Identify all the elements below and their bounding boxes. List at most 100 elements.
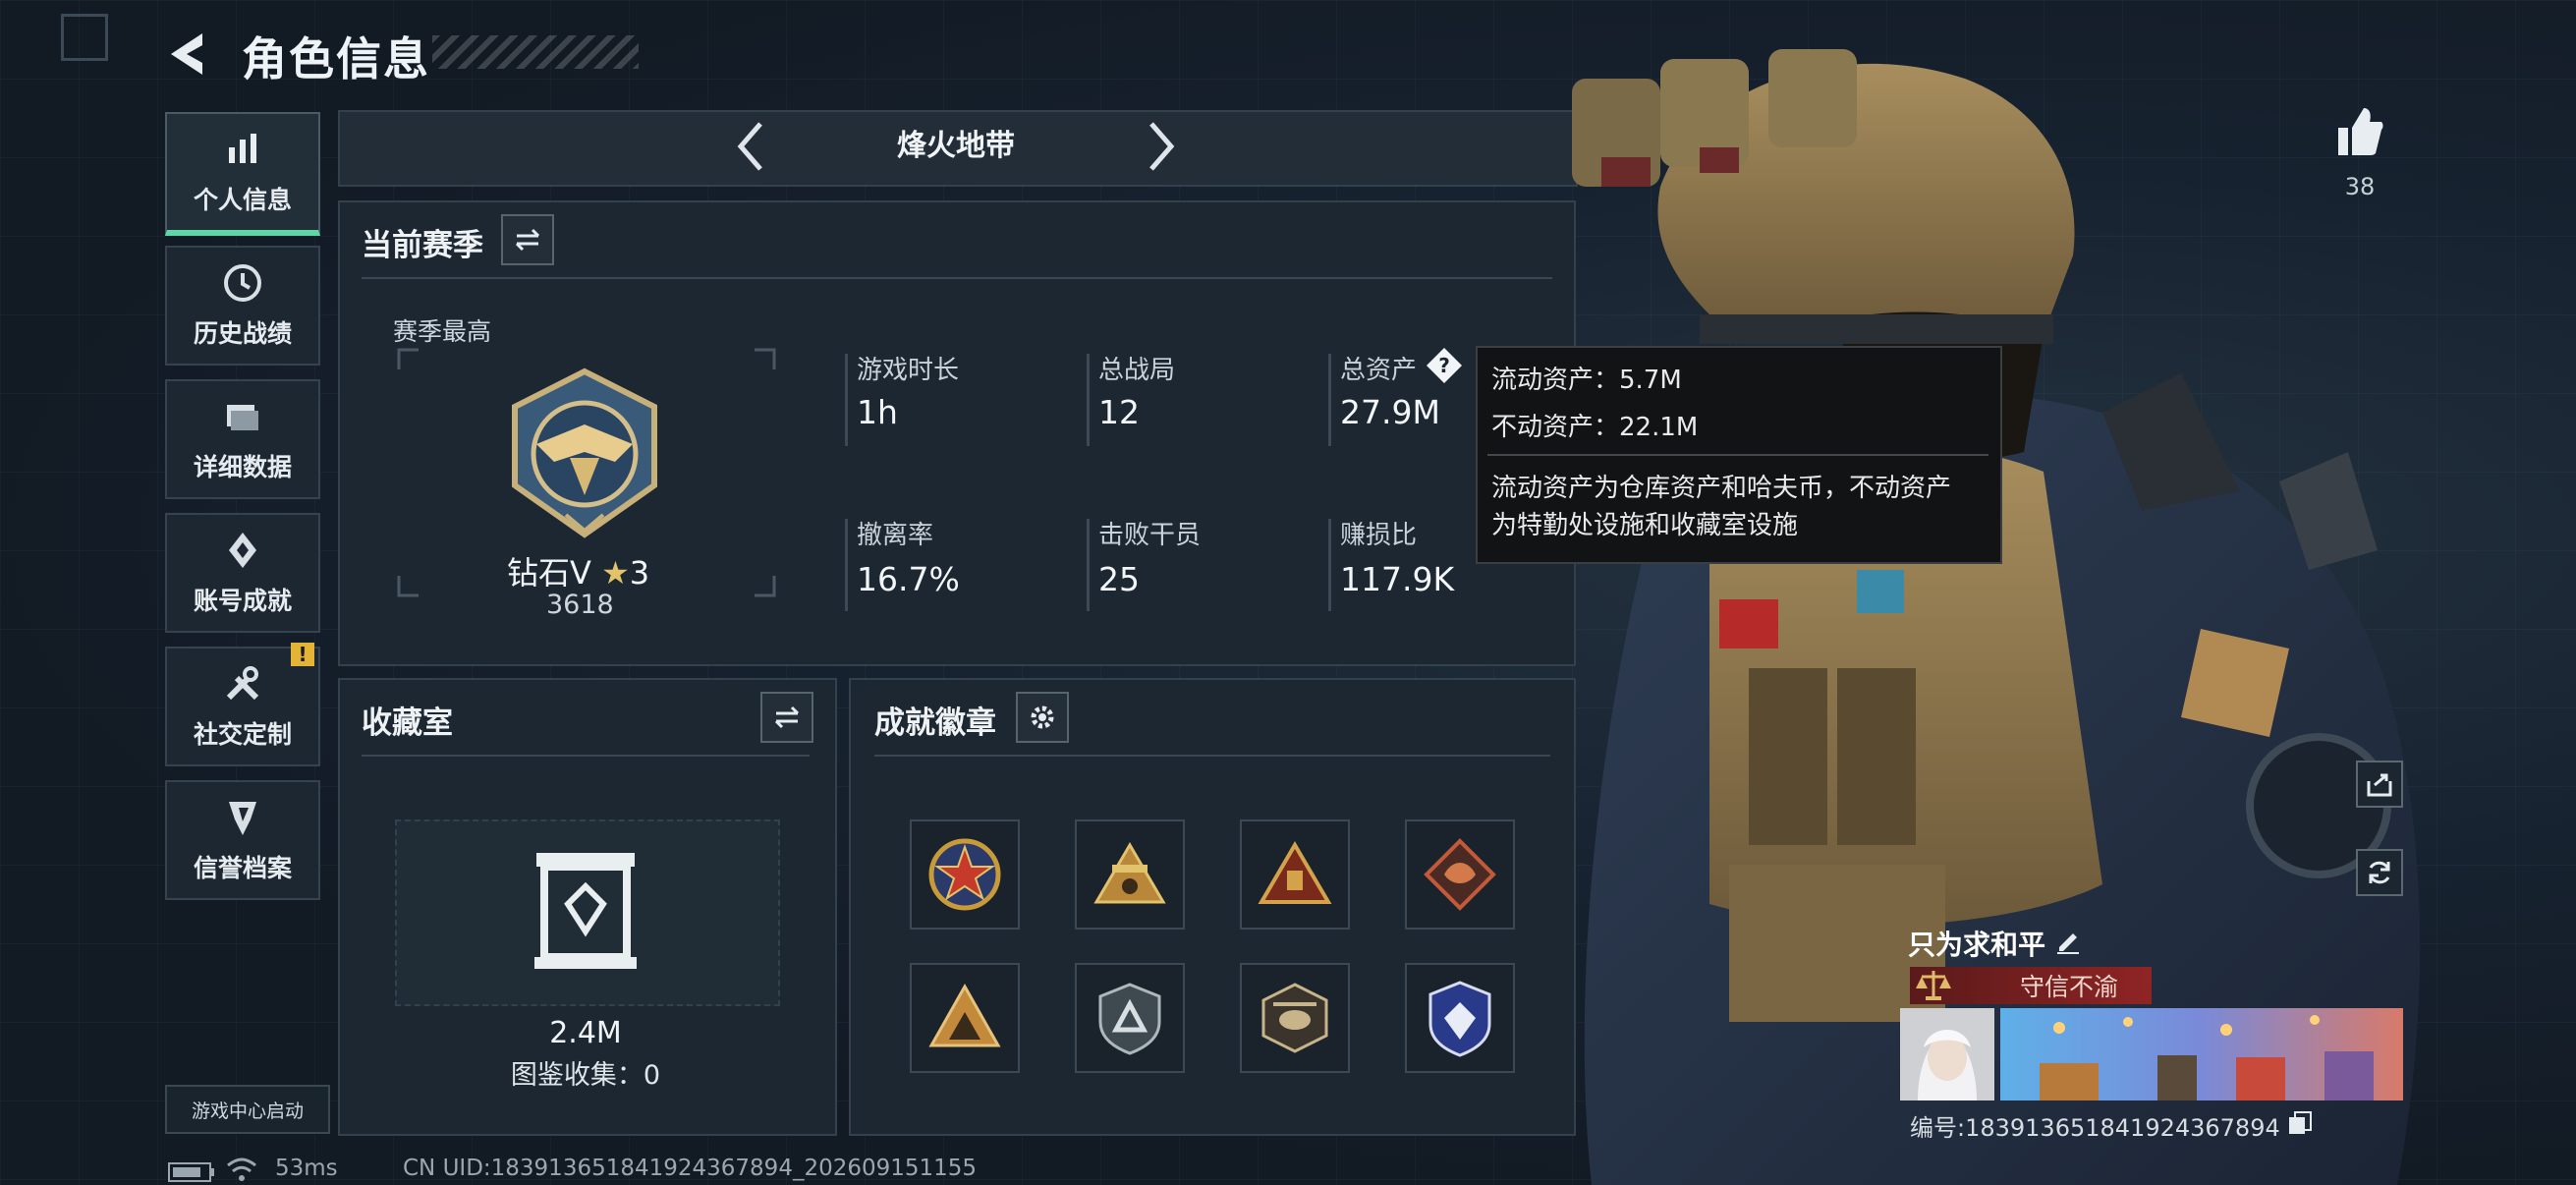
- title-badge-text: 守信不渝: [2020, 973, 2119, 1001]
- stat-playtime-label: 游戏时长: [857, 356, 960, 385]
- refresh-icon: [2369, 861, 2390, 884]
- stat-kills-value: 25: [1098, 560, 1140, 598]
- stat-playtime-value: 1h: [857, 393, 898, 431]
- achievement-icon: [229, 533, 256, 568]
- achievements-divider: [874, 755, 1550, 757]
- wrench-icon: [226, 666, 259, 701]
- profile-banner: [2000, 1008, 2403, 1100]
- stat-divider: [1087, 354, 1090, 446]
- achievement-badge[interactable]: [1405, 819, 1515, 930]
- stat-matches-label: 总战局: [1098, 356, 1176, 385]
- nav-label: 信誉档案: [193, 854, 292, 882]
- shield-icon: [229, 802, 256, 835]
- tooltip-desc-line1: 流动资产为仓库资产和哈夫币，不动资产: [1491, 474, 1952, 503]
- folder-icon: [227, 405, 258, 430]
- stat-assets-label: 总资产: [1340, 356, 1418, 385]
- rank-title: 钻石V: [507, 554, 591, 592]
- achievement-badge[interactable]: [910, 819, 1020, 930]
- bar-chart-icon: [229, 134, 256, 163]
- nav-item-history[interactable]: 历史战绩: [165, 246, 320, 366]
- stat-profit-ratio-label: 赚损比: [1340, 521, 1418, 550]
- footer-uid: CN UID:18391365184192436789​4_2026091511…: [403, 1156, 978, 1181]
- nav-label: 账号成就: [193, 587, 292, 615]
- collection-title: 收藏室: [362, 705, 453, 741]
- stat-profit-ratio-value: 117.9K: [1340, 560, 1455, 598]
- tooltip-divider: [1487, 454, 1988, 456]
- achievement-badge[interactable]: [1405, 963, 1515, 1073]
- stat-extract-rate-label: 撤离率: [857, 521, 934, 550]
- swap-icon: [774, 705, 800, 729]
- nav-item-account-achievements[interactable]: 账号成就: [165, 513, 320, 633]
- wifi-icon: [227, 1157, 256, 1181]
- chevron-right-icon[interactable]: [1142, 118, 1181, 175]
- nav-item-personal-info[interactable]: 个人信息: [165, 112, 320, 236]
- shield-badge-icon: [1098, 983, 1161, 1055]
- share-button[interactable]: [2356, 761, 2403, 808]
- gear-icon: [1031, 705, 1054, 729]
- achievement-badge[interactable]: [1240, 963, 1350, 1073]
- stat-kills-label: 击败干员: [1098, 521, 1202, 550]
- tooltip-fixed-assets: 不动资产：22.1M: [1491, 413, 1699, 442]
- corner-decoration: [61, 14, 108, 61]
- collection-divider: [362, 755, 810, 757]
- stat-divider: [845, 519, 848, 611]
- game-center-label: 游戏中心启动: [191, 1100, 304, 1122]
- star-icon: ★: [601, 554, 630, 592]
- season-best-label: 赛季最高: [393, 317, 492, 346]
- rotate-button[interactable]: [2356, 849, 2403, 896]
- svg-text:?: ?: [1438, 354, 1450, 377]
- share-icon: [2367, 773, 2392, 797]
- nav-item-detail-data[interactable]: 详细数据: [165, 379, 320, 499]
- rank-score: 3618: [546, 590, 614, 620]
- tooltip-desc-line2: 为特勤处设施和收藏室设施: [1491, 511, 1799, 540]
- tooltip-liquid-assets: 流动资产：5.7M: [1491, 366, 1682, 395]
- back-arrow-icon[interactable]: [163, 28, 216, 81]
- copy-icon[interactable]: [2287, 1110, 2313, 1136]
- nav-item-credit-record[interactable]: 信誉档案: [165, 780, 320, 900]
- ping-value: 53ms: [275, 1156, 338, 1181]
- game-center-button[interactable]: 游戏中心启动: [165, 1085, 330, 1134]
- swap-icon: [515, 228, 540, 252]
- nav-label: 个人信息: [193, 186, 292, 214]
- achievement-badge[interactable]: [1075, 819, 1185, 930]
- stat-divider: [1087, 519, 1090, 611]
- rank-stars: 3: [629, 554, 650, 592]
- edit-icon[interactable]: [2053, 926, 2083, 955]
- collection-value: 2.4M: [549, 1016, 622, 1050]
- achievement-badge[interactable]: [910, 963, 1020, 1073]
- nav-label: 详细数据: [193, 453, 292, 481]
- swap-collection-button[interactable]: [760, 692, 813, 743]
- player-uid: 编号:1839136518419243678​94: [1910, 1114, 2280, 1142]
- stat-divider: [1328, 354, 1331, 446]
- warning-badge: !: [291, 643, 314, 666]
- stat-matches-value: 12: [1098, 393, 1140, 431]
- nav-label: 历史战绩: [193, 319, 292, 348]
- achievement-badge[interactable]: [1240, 819, 1350, 930]
- stat-divider: [1328, 519, 1331, 611]
- display-case-icon: [534, 853, 637, 969]
- player-name: 只为求和平: [1908, 929, 2046, 961]
- help-icon[interactable]: ?: [1425, 346, 1464, 385]
- achievements-settings-button[interactable]: [1016, 692, 1069, 743]
- diamond-rank-emblem-icon: [512, 367, 657, 538]
- achievements-title: 成就徽章: [874, 705, 996, 741]
- scales-icon: [1916, 971, 1951, 1000]
- title-decoration: [432, 35, 639, 69]
- mode-name: 烽火地带: [897, 129, 1015, 163]
- page-title: 角色信息: [242, 32, 430, 85]
- achievement-badge[interactable]: [1075, 963, 1185, 1073]
- stat-extract-rate-value: 16.7%: [857, 560, 960, 598]
- stat-assets-value: 27.9M: [1340, 393, 1440, 431]
- thumbs-up-icon[interactable]: [2334, 104, 2385, 159]
- avatar[interactable]: [1900, 1008, 1994, 1100]
- collection-catalog: 图鉴收集：0: [510, 1060, 661, 1091]
- triangle-badge-icon: [1258, 841, 1332, 904]
- swap-season-button[interactable]: [501, 214, 554, 265]
- season-title: 当前赛季: [362, 228, 483, 263]
- title-badge: 守信不渝: [1910, 967, 2152, 1004]
- stat-divider: [845, 354, 848, 446]
- triangle-unit-icon: [928, 983, 1001, 1047]
- rank-name: 钻石V ★3: [507, 548, 649, 593]
- star-medal-icon: [928, 838, 1001, 911]
- chevron-left-icon[interactable]: [731, 118, 770, 175]
